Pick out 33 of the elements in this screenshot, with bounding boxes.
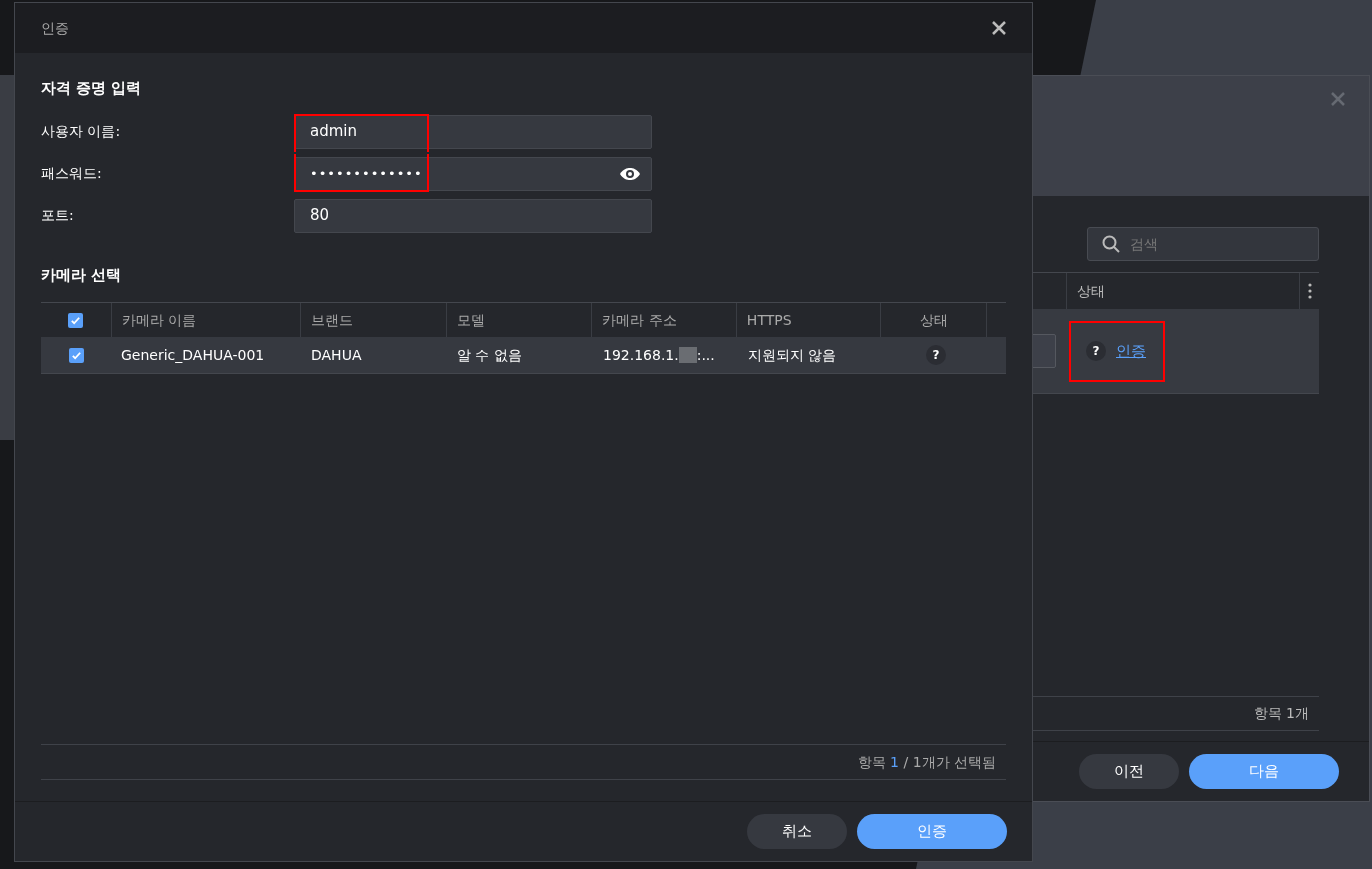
input-field[interactable]: admin <box>294 114 652 149</box>
table-cell-text: :... <box>696 345 715 365</box>
dialog-title: 인증 <box>41 18 69 38</box>
item-count: 항목 1개 <box>1253 704 1309 723</box>
close-icon[interactable] <box>992 21 1006 35</box>
checkbox[interactable] <box>68 347 84 363</box>
checkmark-icon <box>70 349 82 361</box>
secondary-button[interactable]: 이전 <box>1079 754 1179 789</box>
checkmark-icon <box>70 314 82 326</box>
field-label: 패스워드: <box>41 164 103 183</box>
help-icon: ? <box>1086 341 1106 361</box>
table-cell-text: 192.168.1. <box>603 345 679 365</box>
search-placeholder: 검색 <box>1130 234 1158 254</box>
field-label: 사용자 이름: <box>41 122 122 141</box>
table-cell-text: Generic_DAHUA-001 <box>120 345 266 365</box>
table-cell-text: 알 수 없음 <box>456 345 523 365</box>
checkbox[interactable] <box>68 312 84 328</box>
table-row[interactable]: Generic_DAHUA-001 DAHUA 알 수 없음 192.168.1. :... 지원되지 않음 ? <box>41 337 1006 374</box>
selection-summary: 항목 1 / 1개가 선택됨 <box>857 752 996 772</box>
search-icon <box>1102 235 1120 253</box>
input-field[interactable]: 80 <box>294 198 652 233</box>
field-label: 포트: <box>41 206 75 225</box>
help-icon: ? <box>926 345 946 365</box>
authenticate-link[interactable]: 인증 <box>1116 339 1146 363</box>
table-cell-text: DAHUA <box>310 345 363 365</box>
section-heading: 카메라 선택 <box>41 264 123 286</box>
secondary-button[interactable]: 취소 <box>747 814 847 849</box>
table-cell-text: 지원되지 않음 <box>747 345 838 365</box>
section-heading: 자격 증명 입력 <box>41 78 143 99</box>
more-icon[interactable] <box>1307 283 1312 299</box>
eye-icon[interactable] <box>619 166 641 181</box>
redaction-block <box>678 347 697 363</box>
password-field[interactable]: ••••••••••••• <box>294 156 652 191</box>
